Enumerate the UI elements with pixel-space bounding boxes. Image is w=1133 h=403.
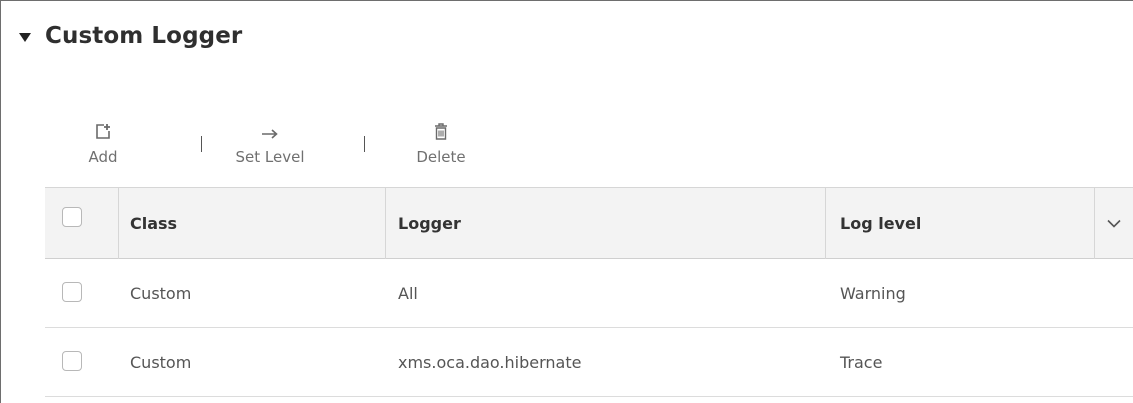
- arrow-right-icon: [261, 116, 279, 140]
- add-icon: [95, 116, 111, 140]
- column-header-log-level[interactable]: Log level: [840, 188, 921, 259]
- row-checkbox[interactable]: [62, 282, 82, 302]
- section-title: Custom Logger: [45, 23, 243, 49]
- cell-class: Custom: [130, 283, 192, 303]
- cell-logger: All: [398, 283, 418, 303]
- caret-down-icon[interactable]: [19, 32, 31, 42]
- column-menu-button[interactable]: [1094, 188, 1133, 259]
- logger-table: Class Logger Log level Custom All Warnin…: [45, 187, 1133, 397]
- add-label: Add: [88, 148, 118, 166]
- trash-icon: [434, 116, 448, 140]
- table-row[interactable]: Custom All Warning: [45, 259, 1133, 328]
- cell-class: Custom: [130, 352, 192, 372]
- section-header[interactable]: Custom Logger: [19, 23, 242, 49]
- row-checkbox[interactable]: [62, 351, 82, 371]
- delete-label: Delete: [416, 148, 466, 166]
- toolbar-separator: [201, 136, 202, 152]
- chevron-down-icon: [1107, 219, 1121, 228]
- column-header-logger[interactable]: Logger: [398, 188, 461, 259]
- delete-button[interactable]: Delete: [408, 116, 474, 166]
- column-divider: [825, 188, 826, 259]
- table-header: Class Logger Log level: [45, 187, 1133, 259]
- column-divider: [385, 188, 386, 259]
- table-row[interactable]: Custom xms.oca.dao.hibernate Trace: [45, 328, 1133, 397]
- cell-log-level: Trace: [840, 352, 883, 372]
- column-header-class[interactable]: Class: [130, 188, 177, 259]
- cell-log-level: Warning: [840, 283, 906, 303]
- set-level-button[interactable]: Set Level: [228, 116, 312, 166]
- toolbar-separator: [364, 136, 365, 152]
- set-level-label: Set Level: [235, 148, 305, 166]
- add-button[interactable]: Add: [69, 116, 137, 166]
- panel-frame: Custom Logger Add Set Level Delete Class…: [0, 0, 1133, 403]
- column-divider: [118, 188, 119, 259]
- cell-logger: xms.oca.dao.hibernate: [398, 352, 582, 372]
- select-all-checkbox[interactable]: [62, 207, 82, 227]
